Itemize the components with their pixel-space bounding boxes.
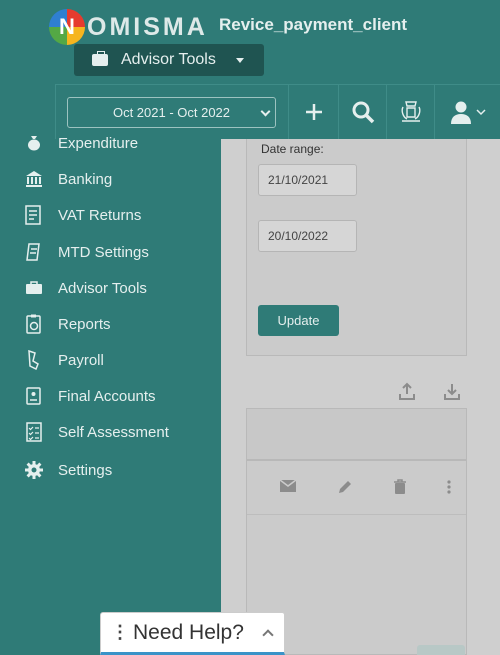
payroll-icon (24, 350, 44, 370)
date-range-select-value: Oct 2021 - Oct 2022 (112, 105, 231, 120)
end-date-field[interactable]: 20/10/2022 (258, 220, 357, 252)
more-options-icon[interactable] (446, 479, 452, 495)
add-button[interactable] (288, 85, 338, 139)
money-bag-icon (24, 133, 44, 153)
plus-icon (305, 104, 322, 120)
search-button[interactable] (338, 85, 386, 139)
email-icon[interactable] (279, 479, 297, 493)
upload-icon[interactable] (399, 382, 415, 400)
vat-doc-icon (24, 205, 44, 225)
report-icon (24, 314, 44, 334)
logo-mark: N (49, 9, 85, 45)
chevron-down-icon (476, 109, 486, 116)
client-name: Revice_payment_client (219, 15, 408, 34)
sidebar-item-expenditure[interactable]: Expenditure (24, 133, 138, 153)
bank-icon (24, 169, 44, 189)
caret-down-icon (235, 57, 244, 63)
date-range-label: Date range: (261, 142, 324, 156)
date-filter-panel: Date range: 21/10/2021 20/10/2022 Update (246, 139, 467, 356)
receipt-icon (24, 242, 44, 262)
sidebar-item-final-accounts[interactable]: Final Accounts (24, 386, 156, 406)
chevron-down-icon (260, 106, 271, 117)
sidebar: Expenditure Banking VAT Returns MTD Sett… (0, 135, 221, 655)
sidebar-item-label: Settings (58, 461, 113, 479)
sidebar-item-label: MTD Settings (58, 243, 149, 261)
sidebar-item-payroll[interactable]: Payroll (24, 350, 104, 370)
gear-icon (24, 460, 44, 480)
sidebar-item-label: Expenditure (58, 134, 139, 152)
sidebar-item-label: Reports (58, 315, 111, 333)
trash-icon[interactable] (393, 479, 407, 495)
sidebar-item-label: Self Assessment (58, 423, 169, 441)
accounts-book-icon (24, 386, 44, 406)
start-date-field[interactable]: 21/10/2021 (258, 164, 357, 196)
chevron-up-icon[interactable] (262, 629, 274, 641)
sidebar-item-label: Final Accounts (58, 387, 156, 405)
search-icon (352, 101, 374, 124)
panel-action-button[interactable] (417, 645, 465, 655)
panel-header (247, 409, 466, 461)
record-actions-row (247, 461, 466, 515)
toolbar: Oct 2021 - Oct 2022 (55, 84, 500, 139)
advisor-tools-button[interactable]: Advisor Tools (74, 44, 264, 76)
drag-handle-icon[interactable]: ⋮ (111, 622, 129, 643)
date-range-select[interactable]: Oct 2021 - Oct 2022 (67, 97, 276, 128)
sidebar-item-banking[interactable]: Banking (24, 169, 112, 189)
briefcase-icon (24, 278, 44, 298)
sidebar-item-self-assessment[interactable]: Self Assessment (24, 422, 169, 442)
briefcase-icon (92, 51, 108, 66)
download-icon[interactable] (444, 382, 460, 400)
checklist-icon (24, 422, 44, 442)
user-icon (451, 101, 471, 124)
nomisma-logo[interactable]: N OMISMA (49, 9, 208, 45)
sidebar-item-settings[interactable]: Settings (24, 460, 112, 480)
edit-pencil-icon[interactable] (337, 479, 353, 495)
user-menu-button[interactable] (434, 85, 500, 139)
logo-text: OMISMA (87, 12, 208, 41)
hmrc-button[interactable] (386, 85, 434, 139)
sidebar-item-vat-returns[interactable]: VAT Returns (24, 205, 141, 225)
sidebar-item-advisor-tools[interactable]: Advisor Tools (24, 278, 147, 298)
need-help-widget[interactable]: ⋮ Need Help? (100, 612, 285, 655)
sidebar-item-mtd-settings[interactable]: MTD Settings (24, 242, 149, 262)
sidebar-item-label: Advisor Tools (58, 279, 147, 297)
sidebar-item-label: Banking (58, 170, 113, 188)
sidebar-item-reports[interactable]: Reports (24, 314, 111, 334)
sidebar-item-label: VAT Returns (58, 206, 142, 224)
sidebar-item-label: Payroll (58, 351, 104, 369)
advisor-tools-label: Advisor Tools (121, 51, 216, 68)
need-help-label: Need Help? (133, 620, 244, 644)
crown-crest-icon (401, 101, 420, 122)
update-button[interactable]: Update (258, 305, 339, 336)
